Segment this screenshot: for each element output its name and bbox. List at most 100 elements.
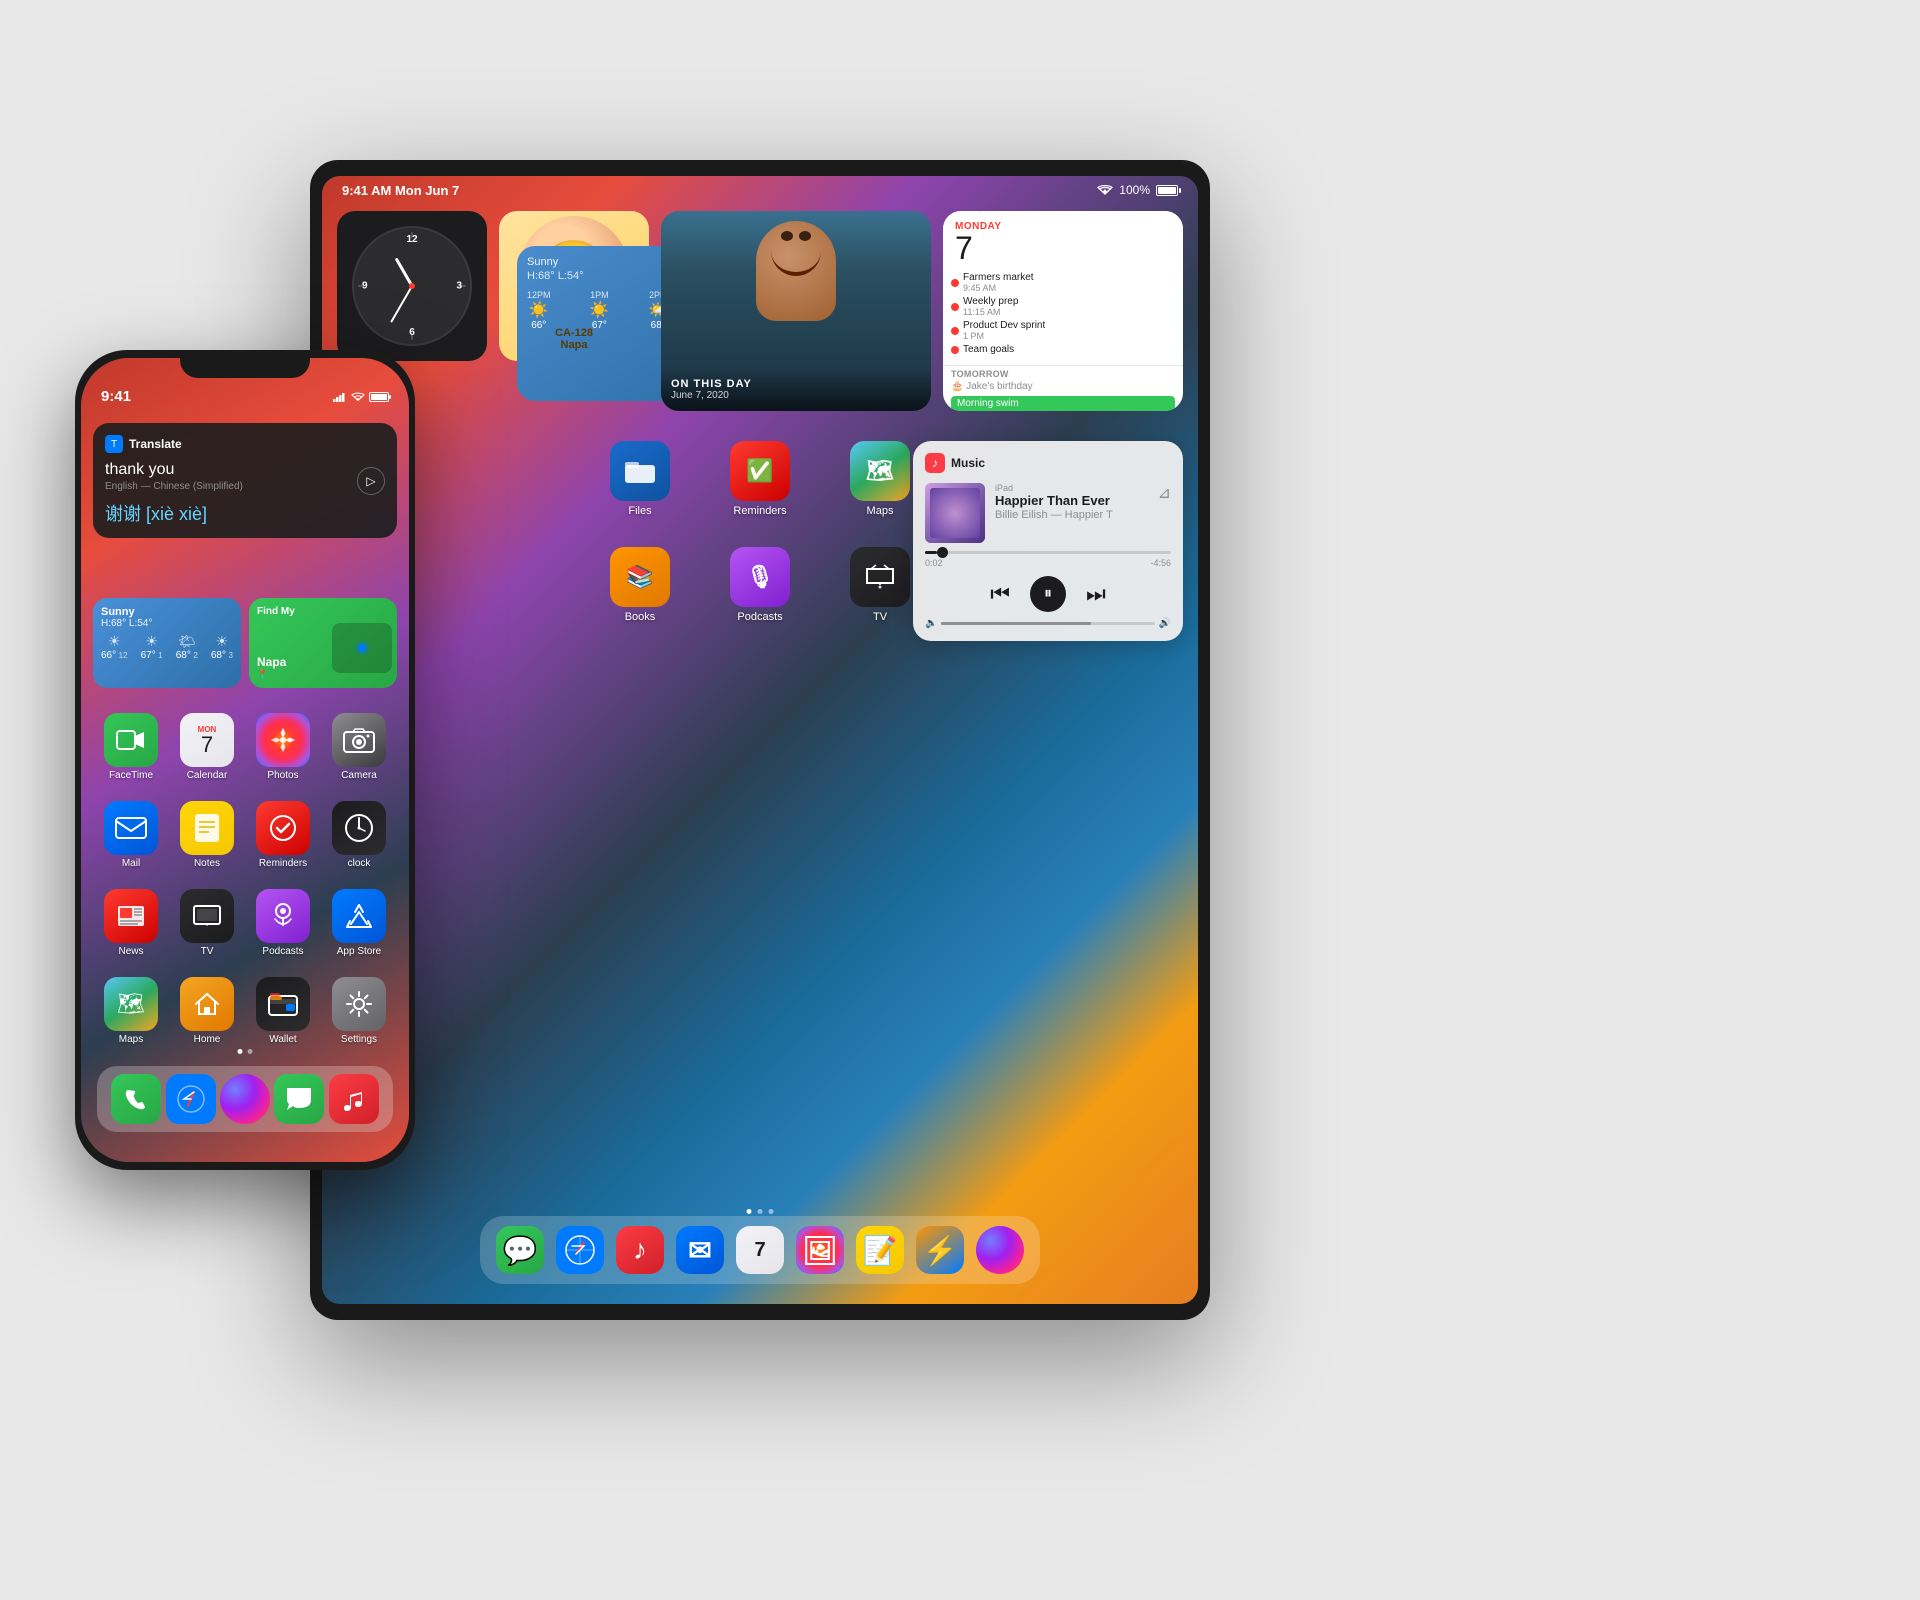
- dock-messages[interactable]: 💬: [496, 1226, 544, 1274]
- music-app-icon[interactable]: [329, 1074, 379, 1124]
- app-calendar[interactable]: MON 7 Calendar: [180, 713, 234, 781]
- safari-icon[interactable]: [166, 1074, 216, 1124]
- translate-play-btn[interactable]: ▷: [357, 467, 385, 495]
- phone-icon[interactable]: [111, 1074, 161, 1124]
- dock-safari[interactable]: [166, 1074, 216, 1124]
- dock-messages[interactable]: [274, 1074, 324, 1124]
- app-reminders[interactable]: ✅ Reminders: [730, 441, 790, 517]
- maps-app-icon[interactable]: 🗺: [104, 977, 158, 1031]
- cal-divider: [943, 365, 1183, 366]
- dock-phone[interactable]: [111, 1074, 161, 1124]
- dock-calendar[interactable]: 7: [736, 1226, 784, 1274]
- cal-date-num: 7: [201, 734, 213, 756]
- music-play-btn[interactable]: ⏸: [1030, 576, 1066, 612]
- settings-icon[interactable]: [332, 977, 386, 1031]
- event-morning-swim: Morning swim: [951, 396, 1175, 411]
- messages-icon[interactable]: [274, 1074, 324, 1124]
- app-mail[interactable]: Mail: [104, 801, 158, 869]
- app-books[interactable]: 📚 Books: [610, 547, 670, 623]
- music-prev-btn[interactable]: ⏮: [990, 581, 1010, 607]
- widget-findmy[interactable]: Find My Napa 📍: [249, 598, 397, 688]
- maps-icon[interactable]: 🗺: [850, 441, 910, 501]
- calendar-icon[interactable]: MON 7: [180, 713, 234, 767]
- reminders-icon[interactable]: ✅: [730, 441, 790, 501]
- photo-label: ON THIS DAY: [671, 378, 921, 390]
- news-icon[interactable]: [104, 889, 158, 943]
- siri-dock-icon[interactable]: [976, 1226, 1024, 1274]
- camera-icon[interactable]: [332, 713, 386, 767]
- dock-notes[interactable]: 📝: [856, 1226, 904, 1274]
- volume-bar[interactable]: [941, 622, 1154, 625]
- dock-safari[interactable]: [556, 1226, 604, 1274]
- app-maps[interactable]: 🗺 Maps: [850, 441, 910, 517]
- app-reminders[interactable]: Reminders: [256, 801, 310, 869]
- widget-calendar[interactable]: MONDAY 7 Farmers market 9:45 AM: [943, 211, 1183, 411]
- tv-icon[interactable]: [850, 547, 910, 607]
- app-tv[interactable]: TV: [850, 547, 910, 623]
- notes-icon[interactable]: [180, 801, 234, 855]
- app-clock[interactable]: clock: [332, 801, 386, 869]
- event-name: Weekly prep: [963, 296, 1018, 307]
- dock-music[interactable]: [329, 1074, 379, 1124]
- app-wallet[interactable]: Wallet: [256, 977, 310, 1045]
- weather-time-4: 3: [229, 651, 233, 660]
- app-maps[interactable]: 🗺 Maps: [104, 977, 158, 1045]
- app-settings[interactable]: Settings: [332, 977, 386, 1045]
- widget-weather-small[interactable]: Sunny H:68° L:54° ☀ 66° 12 ☀ 67° 1: [93, 598, 241, 688]
- books-icon[interactable]: 📚: [610, 547, 670, 607]
- app-appstore[interactable]: App Store: [332, 889, 386, 957]
- event-dot: [951, 346, 959, 354]
- volume-low-icon: 🔈: [925, 618, 937, 629]
- app-facetime[interactable]: FaceTime: [104, 713, 158, 781]
- weather-hour-3: 🌤 68° 2: [176, 633, 198, 661]
- podcasts-icon[interactable]: 🎙: [730, 547, 790, 607]
- app-files[interactable]: Files: [610, 441, 670, 517]
- widget-clock[interactable]: 12 3 6 9: [337, 211, 487, 361]
- calendar-dock-icon[interactable]: 7: [736, 1226, 784, 1274]
- widget-music[interactable]: ♪ Music iPad Happier Than Ever Billie Ei…: [913, 441, 1183, 641]
- airplay-icon[interactable]: ⊿: [1158, 483, 1171, 503]
- podcasts-icon[interactable]: [256, 889, 310, 943]
- facetime-icon[interactable]: [104, 713, 158, 767]
- app-photos[interactable]: Photos: [256, 713, 310, 781]
- app-home[interactable]: Home: [180, 977, 234, 1045]
- music-time-current: 0:02: [925, 558, 943, 568]
- shortcuts-dock-icon[interactable]: ⚡: [916, 1226, 964, 1274]
- app-news[interactable]: News: [104, 889, 158, 957]
- reminders-icon[interactable]: [256, 801, 310, 855]
- siri-icon[interactable]: [220, 1074, 270, 1124]
- cal-day-num: 7: [955, 232, 1171, 264]
- widget-translate[interactable]: T Translate thank you English — Chinese …: [93, 423, 397, 538]
- music-dock-icon[interactable]: ♪: [616, 1226, 664, 1274]
- music-next-btn[interactable]: ⏭: [1086, 581, 1106, 607]
- dock-music[interactable]: ♪: [616, 1226, 664, 1274]
- photos-icon[interactable]: [256, 713, 310, 767]
- app-podcasts[interactable]: 🎙 Podcasts: [730, 547, 790, 623]
- music-progress-bar[interactable]: [925, 551, 1171, 554]
- files-icon[interactable]: [610, 441, 670, 501]
- music-artist: Billie Eilish — Happier T: [995, 509, 1148, 521]
- mail-icon[interactable]: [104, 801, 158, 855]
- dock-siri[interactable]: [976, 1226, 1024, 1274]
- app-tv[interactable]: TV: [180, 889, 234, 957]
- widget-photo[interactable]: ON THIS DAY June 7, 2020: [661, 211, 931, 411]
- appstore-icon[interactable]: [332, 889, 386, 943]
- mail-label: Mail: [122, 858, 140, 869]
- mail-dock-icon[interactable]: ✉: [676, 1226, 724, 1274]
- notes-dock-icon[interactable]: 📝: [856, 1226, 904, 1274]
- dock-siri[interactable]: [220, 1074, 270, 1124]
- messages-dock-icon[interactable]: 💬: [496, 1226, 544, 1274]
- home-icon[interactable]: [180, 977, 234, 1031]
- app-notes[interactable]: Notes: [180, 801, 234, 869]
- page-dot-1: [747, 1209, 752, 1214]
- dock-photos[interactable]: 🖼: [796, 1226, 844, 1274]
- dock-shortcuts[interactable]: ⚡: [916, 1226, 964, 1274]
- dock-mail[interactable]: ✉: [676, 1226, 724, 1274]
- app-podcasts[interactable]: Podcasts: [256, 889, 310, 957]
- photos-dock-icon[interactable]: 🖼: [796, 1226, 844, 1274]
- safari-dock-icon[interactable]: [556, 1226, 604, 1274]
- tv-app-icon[interactable]: [180, 889, 234, 943]
- clock-icon[interactable]: [332, 801, 386, 855]
- wallet-icon[interactable]: [256, 977, 310, 1031]
- app-camera[interactable]: Camera: [332, 713, 386, 781]
